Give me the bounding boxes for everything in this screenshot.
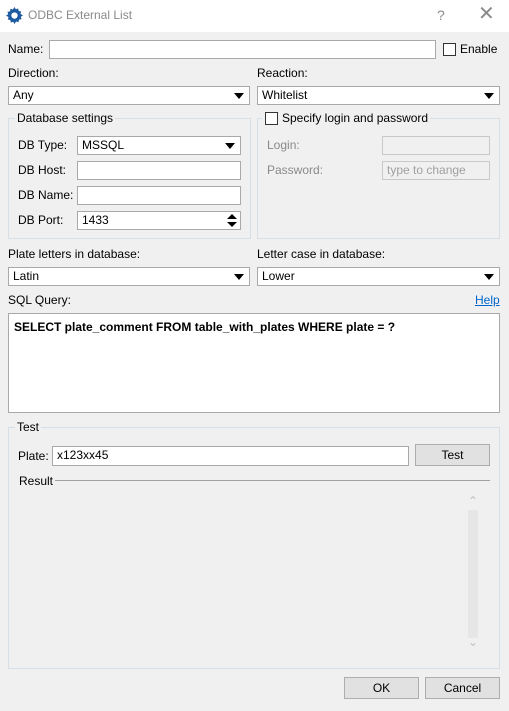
password-input[interactable]: type to change — [382, 161, 490, 180]
letter-case-select[interactable]: Lower — [257, 267, 500, 286]
result-area — [18, 493, 490, 656]
ok-button[interactable]: OK — [344, 677, 419, 699]
cancel-button[interactable]: Cancel — [425, 677, 500, 699]
login-input[interactable] — [382, 136, 490, 155]
db-type-select[interactable]: MSSQL — [77, 136, 241, 155]
test-button[interactable]: Test — [415, 444, 490, 466]
scroll-down-icon[interactable]: ⌄ — [468, 635, 478, 649]
test-group-title: Test — [15, 420, 42, 434]
plate-letters-select[interactable]: Latin — [8, 267, 250, 286]
name-input[interactable] — [49, 40, 436, 59]
login-label: Login: — [267, 138, 300, 152]
password-label: Password: — [267, 163, 324, 177]
specify-login-checkbox[interactable] — [265, 112, 278, 125]
help-link[interactable]: Help — [475, 293, 500, 307]
spin-up-icon[interactable] — [227, 214, 237, 219]
spin-down-icon[interactable] — [227, 222, 237, 227]
db-type-value: MSSQL — [82, 138, 125, 152]
db-name-input[interactable] — [77, 186, 241, 205]
db-name-label: DB Name: — [18, 188, 74, 202]
chevron-down-icon — [234, 93, 244, 99]
sql-query-label: SQL Query: — [8, 293, 71, 307]
reaction-select[interactable]: Whitelist — [257, 86, 500, 105]
plate-letters-value: Latin — [13, 269, 40, 283]
database-settings-title: Database settings — [15, 111, 116, 125]
plate-input[interactable]: x123xx45 — [52, 446, 409, 466]
direction-select[interactable]: Any — [8, 86, 250, 105]
sql-query-editor[interactable]: SELECT plate_comment FROM table_with_pla… — [8, 313, 500, 413]
result-divider — [55, 480, 490, 481]
chevron-down-icon — [234, 274, 244, 280]
direction-label: Direction: — [8, 66, 59, 80]
name-label: Name: — [8, 42, 44, 56]
result-scrollbar[interactable]: ⌃ ⌄ — [465, 494, 481, 652]
sql-query-text: SELECT plate_comment FROM table_with_pla… — [14, 320, 396, 334]
db-type-label: DB Type: — [18, 138, 68, 152]
letter-case-value: Lower — [262, 269, 295, 283]
specify-login-label: Specify login and password — [282, 111, 429, 125]
db-port-label: DB Port: — [18, 213, 64, 227]
gear-icon — [6, 7, 23, 24]
db-port-input[interactable]: 1433 — [77, 211, 241, 230]
db-host-label: DB Host: — [18, 163, 67, 177]
port-spinner[interactable] — [225, 212, 240, 229]
window-title: ODBC External List — [28, 8, 133, 22]
scroll-up-icon[interactable]: ⌃ — [468, 494, 478, 508]
reaction-value: Whitelist — [262, 88, 308, 102]
letter-case-label: Letter case in database: — [257, 247, 386, 261]
scrollbar-track[interactable] — [468, 510, 478, 638]
db-host-input[interactable] — [77, 161, 241, 180]
chevron-down-icon — [225, 143, 235, 149]
enable-checkbox[interactable] — [443, 43, 456, 56]
plate-label: Plate: — [18, 449, 49, 463]
close-button[interactable]: ✕ — [478, 4, 495, 24]
direction-value: Any — [13, 88, 34, 102]
result-label: Result — [19, 474, 54, 488]
chevron-down-icon — [484, 93, 494, 99]
help-button[interactable]: ? — [437, 7, 445, 23]
enable-label: Enable — [460, 42, 498, 56]
chevron-down-icon — [484, 274, 494, 280]
plate-letters-label: Plate letters in database: — [8, 247, 141, 261]
reaction-label: Reaction: — [257, 66, 308, 80]
